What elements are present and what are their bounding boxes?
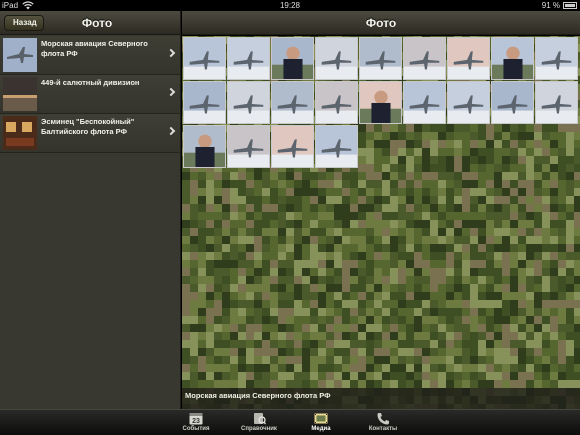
album-thumbnail-aircraft <box>3 38 37 72</box>
album-caption: Морская авиация Северного флота РФ <box>182 388 580 409</box>
album-thumbnail-fireworks <box>3 77 37 111</box>
photo-thumbnail[interactable] <box>227 125 270 168</box>
reference-book-icon <box>254 413 266 425</box>
photo-thumbnail[interactable] <box>315 37 358 80</box>
album-row-salute-division[interactable]: 449-й салютный дивизион <box>0 75 180 114</box>
album-list: Морская авиация Северного флота РФ 449-й… <box>0 36 180 153</box>
photo-thumbnail[interactable] <box>271 37 314 80</box>
photo-thumbnail[interactable] <box>491 37 534 80</box>
tab-reference[interactable]: Справочник <box>234 410 284 435</box>
photo-thumbnail[interactable] <box>227 37 270 80</box>
photo-thumbnail[interactable] <box>183 37 226 80</box>
tab-label: Контакты <box>368 426 398 432</box>
photo-thumbnail[interactable] <box>535 81 578 124</box>
photo-thumbnail[interactable] <box>403 81 446 124</box>
tab-label: Медиа <box>311 426 331 432</box>
photo-thumbnail[interactable] <box>183 125 226 168</box>
tab-label: События <box>182 426 210 432</box>
phone-icon <box>377 413 389 425</box>
tab-media[interactable]: Медиа <box>296 410 346 435</box>
album-row-naval-aviation[interactable]: Морская авиация Северного флота РФ <box>0 36 180 75</box>
status-bar: iPad 19:28 91 % <box>0 0 580 11</box>
battery-icon <box>563 2 577 9</box>
album-row-destroyer[interactable]: Эсминец "Беспокойный" Балтийского флота … <box>0 114 180 153</box>
tab-bar: 23 События Справочник Медиа Контакты <box>0 409 580 435</box>
tab-label: Справочник <box>241 426 277 432</box>
photo-thumbnail[interactable] <box>227 81 270 124</box>
album-thumbnail-ship-interior <box>3 116 37 150</box>
album-title: 449-й салютный дивизион <box>41 78 140 87</box>
photo-gallery-pane: Фото Морская авиация Северного флота РФ <box>182 11 580 409</box>
photo-thumbnail[interactable] <box>315 125 358 168</box>
film-strip-icon <box>314 413 328 424</box>
album-title: Морская авиация Северного флота РФ <box>41 39 148 58</box>
gallery-title: Фото <box>365 16 397 30</box>
photo-thumbnail[interactable] <box>359 81 402 124</box>
battery-percent: 91 % <box>541 1 560 10</box>
photo-thumbnail[interactable] <box>359 37 402 80</box>
right-navigation-bar: Фото <box>182 11 580 35</box>
photo-thumbnail[interactable] <box>447 37 490 80</box>
back-button[interactable]: Назад <box>4 15 44 31</box>
photo-thumbnail[interactable] <box>447 81 490 124</box>
tab-contacts[interactable]: Контакты <box>358 410 408 435</box>
photo-thumbnail[interactable] <box>183 81 226 124</box>
photo-thumbnail[interactable] <box>535 37 578 80</box>
photo-thumbnail[interactable] <box>271 81 314 124</box>
photo-thumbnail[interactable] <box>491 81 534 124</box>
tab-events[interactable]: 23 События <box>171 410 221 435</box>
chevron-right-icon <box>166 126 176 136</box>
photo-thumbnail[interactable] <box>315 81 358 124</box>
photo-thumbnail[interactable] <box>403 37 446 80</box>
album-list-pane: Фото Назад Морская авиация Северного фло… <box>0 11 181 409</box>
chevron-right-icon <box>166 48 176 58</box>
chevron-right-icon <box>166 87 176 97</box>
clock: 19:28 <box>279 1 301 10</box>
calendar-icon: 23 <box>189 413 203 425</box>
left-navigation-bar: Фото Назад <box>0 11 180 35</box>
photo-thumbnail[interactable] <box>271 125 314 168</box>
album-title: Эсминец "Беспокойный" Балтийского флота … <box>41 117 135 136</box>
calendar-day: 23 <box>192 418 200 425</box>
